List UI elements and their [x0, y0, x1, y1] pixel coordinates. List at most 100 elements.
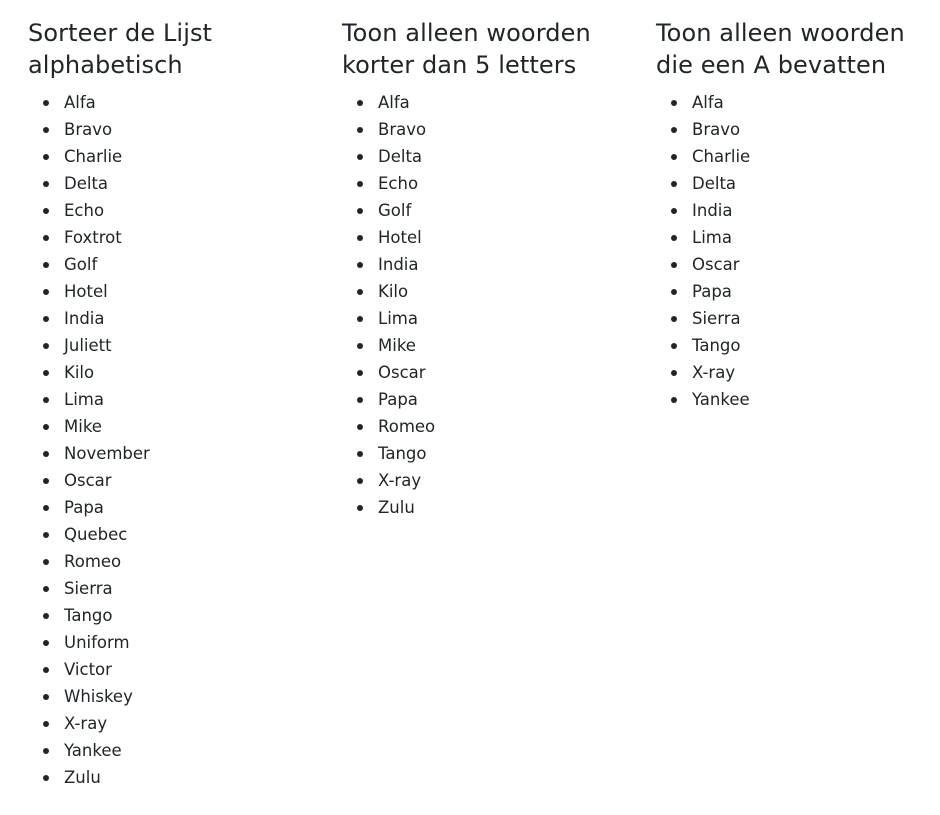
bullet-icon — [43, 397, 49, 403]
bullet-icon — [43, 370, 49, 376]
bullet-icon — [43, 505, 49, 511]
list-item: Mike — [28, 413, 318, 440]
list-item-label: Echo — [64, 201, 105, 220]
list-item-label: Mike — [64, 417, 102, 436]
bullet-icon — [43, 154, 49, 160]
bullet-icon — [43, 775, 49, 781]
list-item: November — [28, 440, 318, 467]
list-item: Romeo — [28, 548, 318, 575]
list-item: X-ray — [656, 359, 940, 386]
list-item-label: Bravo — [64, 120, 113, 139]
column-title: Toon alleen woorden korter dan 5 letters — [342, 19, 591, 79]
list-item: Tango — [342, 440, 632, 467]
list-item-label: Golf — [64, 255, 98, 274]
list-item-label: Juliett — [64, 336, 112, 355]
list-item-label: Oscar — [692, 255, 740, 274]
list-item: Charlie — [28, 143, 318, 170]
list-item: Zulu — [342, 494, 632, 521]
list-item: Kilo — [28, 359, 318, 386]
list-item: Delta — [656, 170, 940, 197]
list-item: Whiskey — [28, 683, 318, 710]
list-item-label: Romeo — [378, 417, 436, 436]
list-item: Alfa — [28, 89, 318, 116]
list-item-label: Alfa — [378, 93, 410, 112]
bullet-icon — [43, 289, 49, 295]
word-list-columns: Sorteer de Lijst alphabetisch Alfa Bravo C… — [0, 0, 940, 815]
bullet-icon — [43, 478, 49, 484]
list-item-label: X-ray — [378, 471, 422, 490]
bullet-icon — [357, 370, 363, 376]
list-item: Mike — [342, 332, 632, 359]
list-item-label: Oscar — [378, 363, 426, 382]
bullet-icon — [43, 721, 49, 727]
bullet-icon — [43, 451, 49, 457]
list-item-label: Delta — [692, 174, 737, 193]
bullet-icon — [671, 127, 677, 133]
list-item-label: Romeo — [64, 552, 122, 571]
list-item: Uniform — [28, 629, 318, 656]
list-item: Victor — [28, 656, 318, 683]
bullet-icon — [671, 262, 677, 268]
column-contains-letter-a: Toon alleen woorden die een A bevatten A… — [656, 17, 940, 413]
bullet-icon — [671, 154, 677, 160]
bullet-icon — [43, 748, 49, 754]
list-item-label: Sierra — [692, 309, 741, 328]
list-item-label: Whiskey — [64, 687, 133, 706]
bullet-icon — [357, 316, 363, 322]
list-item-label: Lima — [64, 390, 104, 409]
list-item: Charlie — [656, 143, 940, 170]
bullet-icon — [43, 559, 49, 565]
bullet-icon — [43, 235, 49, 241]
bullet-icon — [357, 424, 363, 430]
list-item-label: Hotel — [378, 228, 422, 247]
list-item-label: Kilo — [378, 282, 409, 301]
list-item: Tango — [656, 332, 940, 359]
list-item-label: Papa — [378, 390, 418, 409]
list-item-label: Foxtrot — [64, 228, 122, 247]
list-item: Foxtrot — [28, 224, 318, 251]
list-item: Lima — [656, 224, 940, 251]
list-item-label: Quebec — [64, 525, 128, 544]
bullet-icon — [671, 289, 677, 295]
list-item: Lima — [28, 386, 318, 413]
list-item: Papa — [656, 278, 940, 305]
list-item-label: Bravo — [378, 120, 427, 139]
list-item: Quebec — [28, 521, 318, 548]
list-item: India — [656, 197, 940, 224]
bullet-icon — [43, 667, 49, 673]
list-item: Bravo — [28, 116, 318, 143]
list-item-label: Yankee — [64, 741, 122, 760]
list-item: Echo — [342, 170, 632, 197]
list-item: Papa — [342, 386, 632, 413]
list-item-label: Victor — [64, 660, 112, 679]
list-item-label: Zulu — [64, 768, 101, 787]
bullet-icon — [43, 586, 49, 592]
list-item: Golf — [28, 251, 318, 278]
list-item: Yankee — [28, 737, 318, 764]
list-item: Romeo — [342, 413, 632, 440]
list-item-label: Lima — [692, 228, 732, 247]
bullet-icon — [357, 451, 363, 457]
list-item: Juliett — [28, 332, 318, 359]
bullet-icon — [43, 208, 49, 214]
list-item: Sierra — [28, 575, 318, 602]
list-item-label: Bravo — [692, 120, 741, 139]
bullet-icon — [43, 316, 49, 322]
list-item: Yankee — [656, 386, 940, 413]
list-item: Echo — [28, 197, 318, 224]
list-item-label: India — [692, 201, 733, 220]
list-item-label: Delta — [378, 147, 423, 166]
list-item: Alfa — [342, 89, 632, 116]
list-item-label: Lima — [378, 309, 418, 328]
column-shorter-than-5-letters: Toon alleen woorden korter dan 5 letters… — [342, 17, 632, 521]
bullet-icon — [671, 100, 677, 106]
bullet-icon — [357, 289, 363, 295]
list-item: Alfa — [656, 89, 940, 116]
list-item-label: Hotel — [64, 282, 108, 301]
bullet-icon — [357, 505, 363, 511]
bullet-icon — [671, 235, 677, 241]
bullet-icon — [357, 478, 363, 484]
list-item-label: Zulu — [378, 498, 415, 517]
bullet-icon — [357, 343, 363, 349]
list-item-label: Sierra — [64, 579, 113, 598]
